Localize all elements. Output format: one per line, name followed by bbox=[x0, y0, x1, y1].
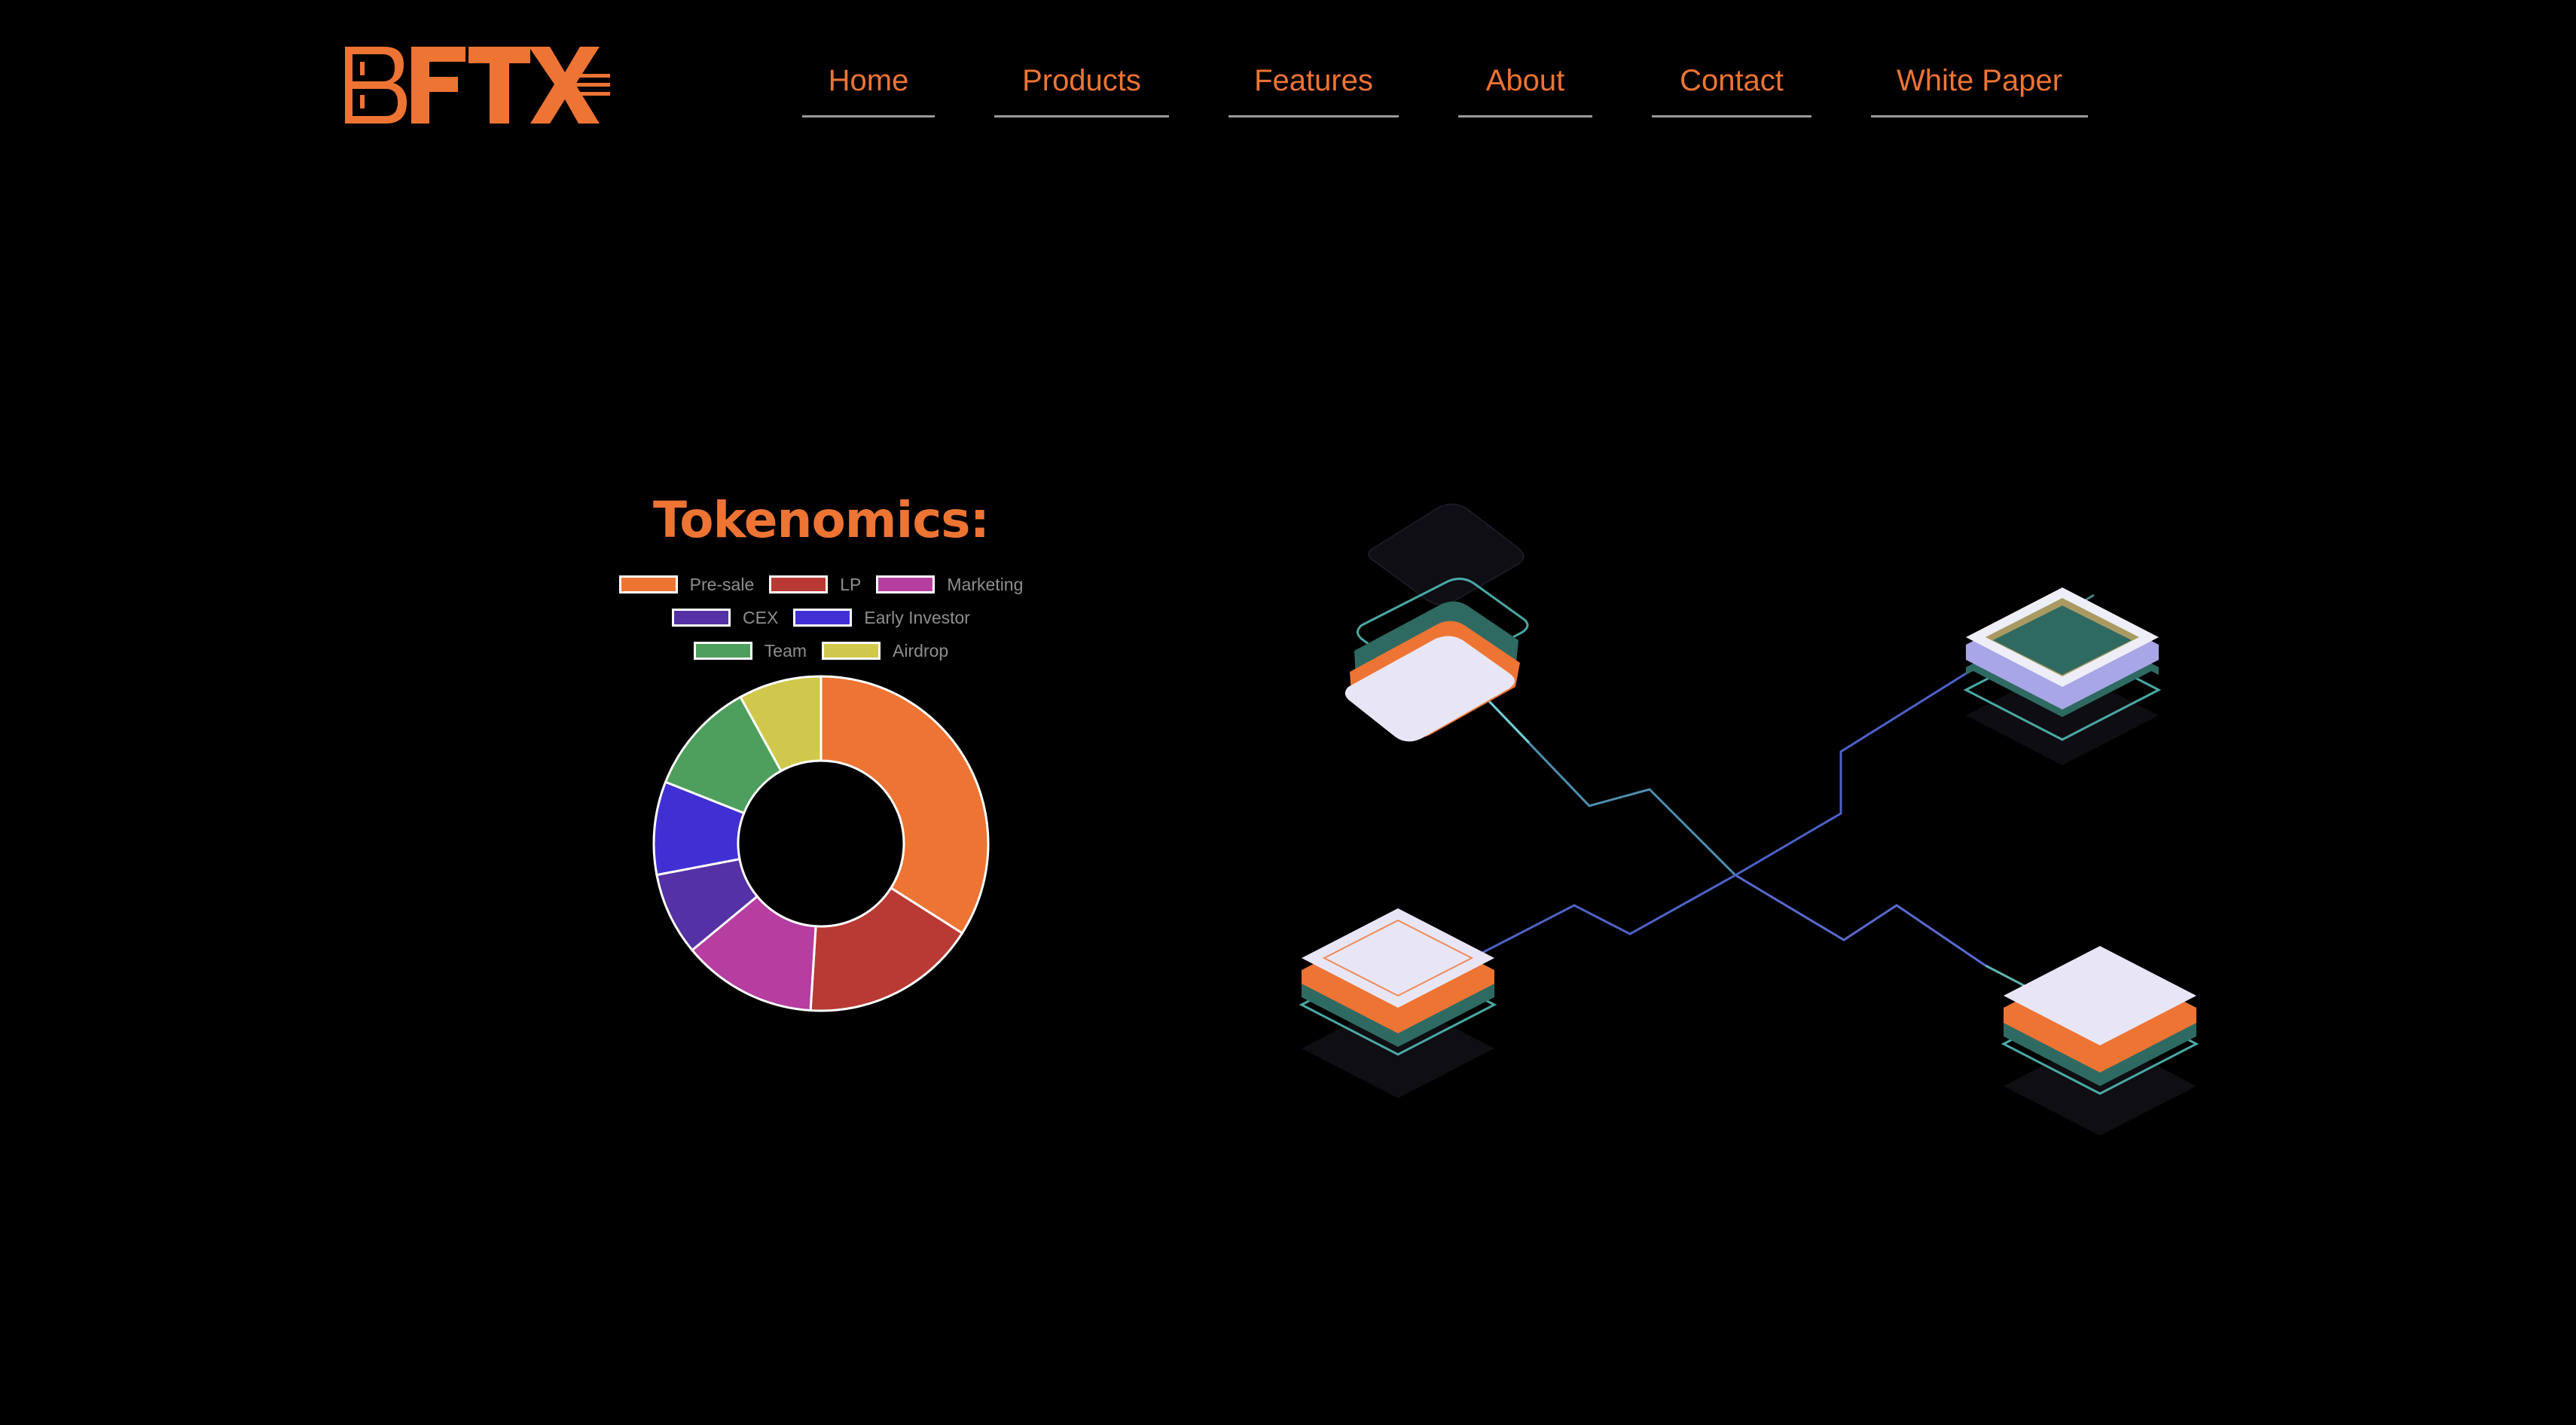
legend-swatch bbox=[793, 609, 853, 627]
nav-products[interactable]: Products bbox=[994, 60, 1169, 117]
legend-item-airdrop[interactable]: Airdrop bbox=[822, 641, 948, 661]
tokenomics-title: Tokenomics: bbox=[652, 491, 990, 549]
chart-legend: Pre-sale LP Marketing CEX Early Investor… bbox=[572, 568, 1070, 667]
legend-label: LP bbox=[840, 574, 862, 594]
legend-item-pre-sale[interactable]: Pre-sale bbox=[618, 574, 755, 595]
legend-label: Airdrop bbox=[893, 640, 949, 661]
legend-label: Early Investor bbox=[864, 607, 970, 627]
nav-white-paper[interactable]: White Paper bbox=[1871, 60, 2088, 117]
iso-tile-bottom-right bbox=[2001, 946, 2199, 1136]
iso-tile-bottom-left bbox=[1299, 908, 1497, 1098]
iso-tile-top-left bbox=[1344, 503, 1529, 742]
legend-item-early-investor[interactable]: Early Investor bbox=[793, 608, 970, 628]
legend-item-cex[interactable]: CEX bbox=[672, 608, 778, 628]
legend-item-team[interactable]: Team bbox=[693, 640, 807, 661]
legend-label: CEX bbox=[743, 607, 779, 627]
main-nav: Home Products Features About Contact Whi… bbox=[0, 0, 2576, 128]
legend-swatch bbox=[672, 609, 731, 627]
legend-label: Team bbox=[764, 640, 807, 661]
tokenomics-donut-chart bbox=[652, 675, 990, 1012]
legend-item-lp[interactable]: LP bbox=[769, 575, 861, 595]
legend-label: Pre-sale bbox=[689, 574, 755, 594]
legend-swatch bbox=[876, 575, 935, 593]
legend-item-marketing[interactable]: Marketing bbox=[876, 575, 1023, 595]
isometric-network-illustration bbox=[1299, 503, 2199, 1136]
legend-swatch bbox=[618, 575, 678, 593]
iso-tile-top-right bbox=[1963, 587, 2162, 765]
nav-features[interactable]: Features bbox=[1228, 60, 1399, 117]
nav-about[interactable]: About bbox=[1458, 60, 1592, 117]
legend-swatch bbox=[693, 642, 752, 660]
legend-label: Marketing bbox=[947, 574, 1024, 594]
nav-home[interactable]: Home bbox=[802, 60, 935, 117]
donut-slice-pre-sale[interactable] bbox=[819, 675, 990, 935]
nav-contact[interactable]: Contact bbox=[1652, 60, 1811, 117]
legend-swatch bbox=[822, 642, 881, 660]
legend-swatch bbox=[769, 575, 829, 593]
